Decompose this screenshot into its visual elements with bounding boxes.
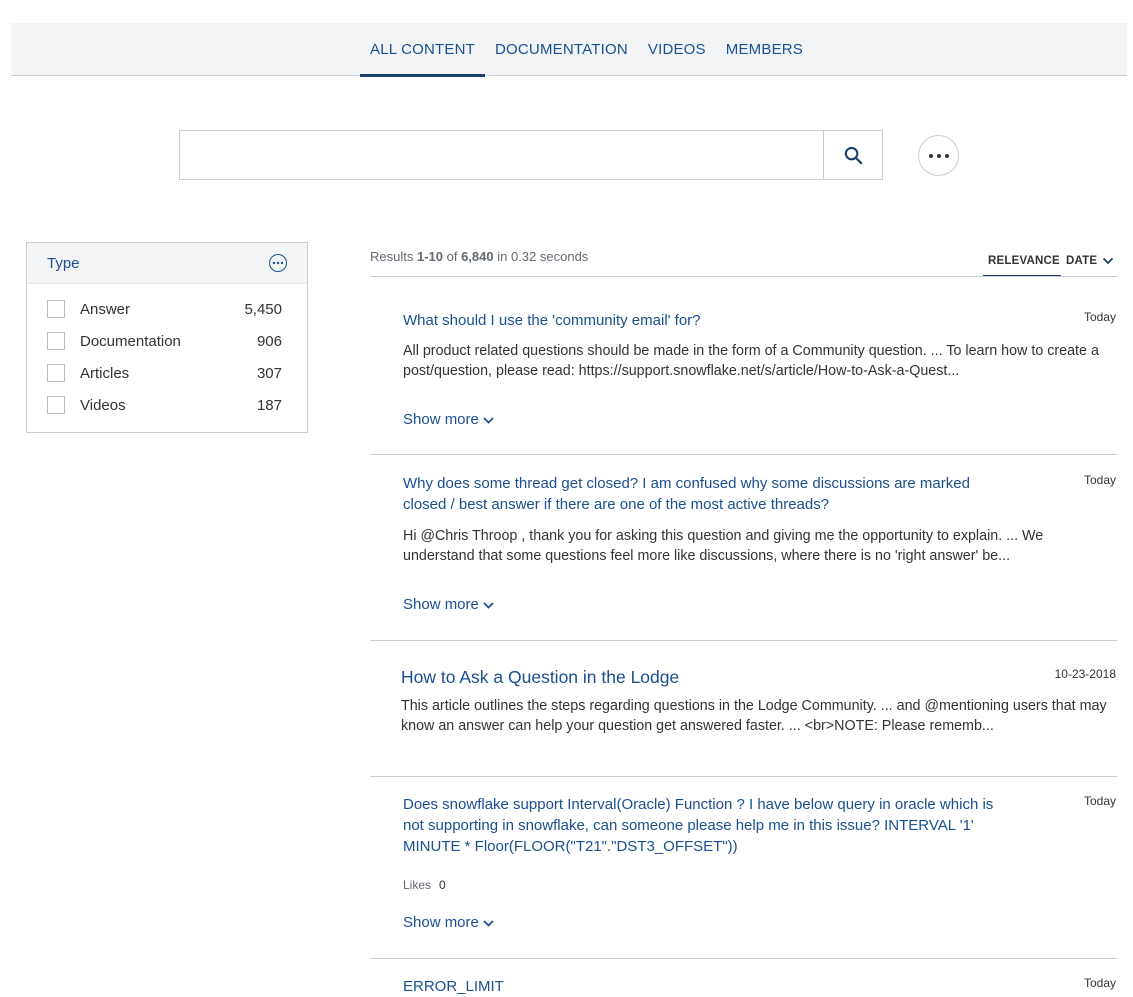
result-title[interactable]: ERROR_LIMIT [403, 976, 993, 997]
tab-documentation[interactable]: DOCUMENTATION [485, 23, 638, 76]
search-box [179, 130, 883, 180]
facet-item-documentation[interactable]: Documentation 906 [27, 325, 307, 357]
search-icon [844, 146, 862, 164]
chevron-down-icon [483, 417, 494, 424]
tab-videos[interactable]: VIDEOS [638, 23, 716, 76]
facet-item-label: Documentation [80, 332, 181, 350]
facet-item-videos[interactable]: Videos 187 [27, 389, 307, 421]
show-more-label: Show more [403, 411, 479, 428]
show-more-link[interactable]: Show more [403, 411, 494, 428]
facet-title: Type [47, 254, 80, 272]
facet-item-label: Articles [80, 364, 130, 382]
facet-item-answer[interactable]: Answer 5,450 [27, 293, 307, 325]
result-date: Today [1083, 310, 1116, 324]
facet-list: Answer 5,450 Documentation 906 Articles … [27, 284, 307, 421]
facet-more-button[interactable] [269, 254, 287, 272]
facet-item-count: 187 [256, 396, 282, 414]
search-button[interactable] [823, 131, 882, 179]
result-date: Today [1083, 473, 1116, 487]
facet-item-count: 307 [256, 364, 282, 382]
result-date: Today [1083, 794, 1116, 808]
checkbox[interactable] [47, 300, 65, 318]
likes-label: Likes [403, 878, 432, 892]
results-summary: Results 1-10 of 6,840 in 0.32 seconds [370, 249, 588, 264]
summary-time: in 0.32 seconds [493, 249, 589, 264]
result-excerpt: This article outlines the steps regardin… [401, 698, 1107, 734]
top-nav-bar: ALL CONTENT DOCUMENTATION VIDEOS MEMBERS [11, 23, 1127, 77]
search-input[interactable] [180, 131, 823, 179]
sort-date-label: DATE [1066, 254, 1098, 267]
result-item: How to Ask a Question in the Lodge 10-23… [370, 641, 1117, 777]
show-more-label: Show more [403, 596, 479, 613]
tab-members[interactable]: MEMBERS [716, 23, 813, 76]
show-more-link[interactable]: Show more [403, 596, 494, 613]
facet-item-label: Answer [80, 300, 131, 318]
summary-of: of [443, 249, 462, 264]
tab-all-content[interactable]: ALL CONTENT [360, 23, 485, 77]
result-excerpt: All product related questions should be … [403, 343, 1099, 379]
summary-prefix: Results [370, 249, 417, 264]
checkbox[interactable] [47, 396, 65, 414]
checkbox[interactable] [47, 332, 65, 350]
facet-item-count: 5,450 [244, 300, 282, 318]
result-title[interactable]: What should I use the 'community email' … [403, 310, 993, 331]
result-item: What should I use the 'community email' … [370, 277, 1117, 455]
result-item: Does snowflake support Interval(Oracle) … [370, 777, 1117, 959]
facet-item-count: 906 [256, 332, 282, 350]
result-title[interactable]: Does snowflake support Interval(Oracle) … [403, 794, 1003, 857]
summary-total: 6,840 [461, 249, 494, 264]
likes-value: 0 [439, 878, 446, 892]
show-more-label: Show more [403, 914, 479, 931]
summary-range: 1-10 [416, 249, 443, 264]
likes-count: Likes 0 [403, 878, 446, 892]
more-circle-icon [272, 261, 284, 265]
result-date: Today [1083, 976, 1116, 990]
result-title[interactable]: How to Ask a Question in the Lodge [401, 667, 991, 688]
search-options-button[interactable] [918, 135, 959, 176]
show-more-link[interactable]: Show more [403, 914, 494, 931]
more-horizontal-icon [928, 153, 949, 158]
result-excerpt: Hi @Chris Throop , thank you for asking … [403, 528, 1044, 564]
checkbox[interactable] [47, 364, 65, 382]
result-item: ERROR_LIMIT Today [370, 959, 1117, 997]
chevron-down-icon [483, 602, 494, 609]
result-title[interactable]: Why does some thread get closed? I am co… [403, 473, 993, 515]
facet-header: Type [27, 243, 307, 284]
chevron-down-icon [1103, 257, 1114, 264]
sort-date[interactable]: DATE [1061, 245, 1119, 276]
result-date: 10-23-2018 [1054, 667, 1116, 681]
content-tabs: ALL CONTENT DOCUMENTATION VIDEOS MEMBERS [360, 23, 813, 77]
chevron-down-icon [483, 920, 494, 927]
facet-item-articles[interactable]: Articles 307 [27, 357, 307, 389]
facet-item-label: Videos [80, 396, 126, 414]
sort-options: RELEVANCE DATE [983, 245, 1119, 277]
sort-relevance[interactable]: RELEVANCE [983, 245, 1061, 277]
result-item: Why does some thread get closed? I am co… [370, 455, 1117, 641]
type-facet: Type Answer 5,450 Documentation 906 Arti… [26, 242, 308, 433]
